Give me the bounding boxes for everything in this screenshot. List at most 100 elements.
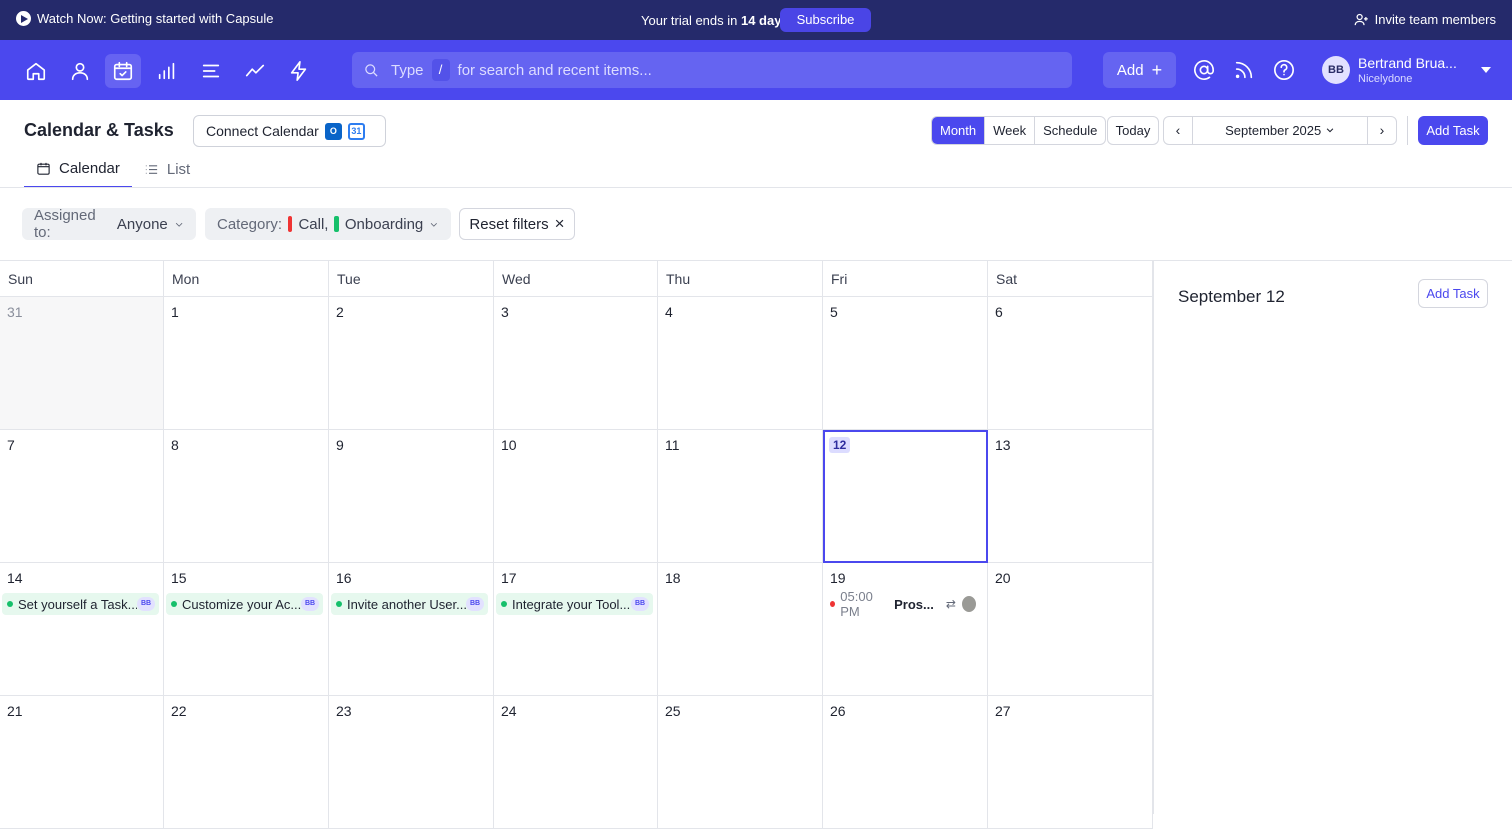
- month-label: September 2025: [1225, 123, 1322, 138]
- outlook-icon: O: [324, 122, 342, 140]
- assigned-value: Anyone: [116, 215, 168, 233]
- add-button[interactable]: Add +: [1103, 52, 1176, 88]
- calendar-day[interactable]: 25: [658, 696, 823, 829]
- invite-label: Invite team members: [1374, 12, 1496, 27]
- help-button[interactable]: [1273, 59, 1295, 81]
- search-type-label: Type: [391, 61, 424, 79]
- calendar-day[interactable]: 23: [329, 696, 494, 829]
- calendar-day[interactable]: 1: [164, 297, 329, 430]
- day-number: 14: [7, 570, 23, 586]
- calendar-day[interactable]: 31: [0, 297, 164, 430]
- onboarding-color-swatch: [334, 216, 339, 232]
- day-number: 19: [830, 570, 846, 586]
- calendar-day[interactable]: 15 Customize your Ac... BB: [164, 563, 329, 696]
- calendar-day[interactable]: 8: [164, 430, 329, 563]
- tabs-divider: [0, 187, 1512, 188]
- today-button[interactable]: Today: [1107, 116, 1159, 145]
- subscribe-button[interactable]: Subscribe now: [780, 8, 871, 51]
- task-event[interactable]: Customize your Ac... BB: [166, 593, 323, 615]
- calendar-day[interactable]: 27: [988, 696, 1153, 829]
- connect-calendar-button[interactable]: Connect Calendar O 31: [193, 115, 386, 147]
- next-month-button[interactable]: ›: [1368, 117, 1396, 144]
- feed-button[interactable]: [1233, 59, 1255, 81]
- avatar[interactable]: BB: [1322, 56, 1350, 84]
- calendar-day[interactable]: 26: [823, 696, 988, 829]
- nav-calendar[interactable]: [105, 54, 141, 88]
- mentions-button[interactable]: [1193, 59, 1215, 81]
- view-schedule-button[interactable]: Schedule: [1035, 117, 1105, 144]
- user-name[interactable]: Bertrand Brua...: [1358, 55, 1457, 71]
- invite-team-button[interactable]: Invite team members: [1354, 12, 1496, 27]
- nav-people[interactable]: [62, 54, 98, 88]
- caret-down-icon[interactable]: [1481, 67, 1491, 73]
- tab-calendar[interactable]: Calendar: [24, 150, 132, 188]
- add-label: Add: [1116, 61, 1144, 79]
- day-number: 18: [665, 570, 681, 586]
- calendar-day[interactable]: 14 Set yourself a Task... BB: [0, 563, 164, 696]
- day-number: 13: [995, 437, 1011, 453]
- reset-filters-button[interactable]: Reset filters ×: [459, 208, 575, 240]
- plus-icon: +: [1151, 59, 1163, 80]
- search-hint: for search and recent items...: [457, 61, 652, 79]
- add-task-button[interactable]: Add Task: [1418, 116, 1488, 145]
- trend-icon: [245, 64, 265, 77]
- nav-pipeline[interactable]: [149, 54, 185, 88]
- calendar-day[interactable]: 4: [658, 297, 823, 430]
- day-number: 27: [995, 703, 1011, 719]
- task-event[interactable]: Set yourself a Task... BB: [2, 593, 159, 615]
- calendar-day[interactable]: 5: [823, 297, 988, 430]
- lightning-icon: [290, 61, 307, 81]
- calendar-day[interactable]: 7: [0, 430, 164, 563]
- calendar-day[interactable]: 10: [494, 430, 658, 563]
- calendar-day[interactable]: 9: [329, 430, 494, 563]
- view-week-button[interactable]: Week: [985, 117, 1036, 144]
- task-event[interactable]: Integrate your Tool... BB: [496, 593, 653, 615]
- task-title: Set yourself a Task...: [18, 596, 137, 612]
- nav-projects[interactable]: [193, 54, 229, 88]
- search-input[interactable]: Type / for search and recent items...: [352, 52, 1072, 88]
- search-icon: [365, 63, 378, 77]
- calendar-day[interactable]: 13: [988, 430, 1153, 563]
- day-number: 31: [7, 304, 23, 320]
- calendar-day[interactable]: 2: [329, 297, 494, 430]
- prev-month-button[interactable]: ‹: [1164, 117, 1192, 144]
- nav-reports[interactable]: [237, 54, 273, 88]
- watch-now-link[interactable]: Watch Now: Getting started with Capsule: [16, 11, 274, 26]
- calendar-day[interactable]: 20: [988, 563, 1153, 696]
- call-event[interactable]: 05:00 PM Pros... ⇄: [825, 589, 982, 619]
- calendar-day[interactable]: 21: [0, 696, 164, 829]
- panel-add-task-button[interactable]: Add Task: [1418, 279, 1488, 308]
- list-icon: [145, 164, 157, 174]
- day-of-week-mon: Mon: [164, 261, 329, 297]
- calendar-day[interactable]: 3: [494, 297, 658, 430]
- category-filter[interactable]: Category: Call, Onboarding: [205, 208, 451, 240]
- search-shortcut-key: /: [431, 59, 450, 81]
- category-onboarding: Onboarding: [344, 215, 424, 233]
- home-icon: [26, 62, 46, 81]
- month-picker[interactable]: September 2025: [1192, 117, 1368, 144]
- calendar-day[interactable]: 11: [658, 430, 823, 563]
- calendar-day-today[interactable]: 12: [823, 430, 988, 563]
- calendar-day[interactable]: 16 Invite another User... BB: [329, 563, 494, 696]
- view-switcher: Month Week Schedule: [931, 116, 1107, 145]
- nav-home[interactable]: [18, 54, 54, 88]
- calendar-day[interactable]: 19 05:00 PM Pros... ⇄: [823, 563, 988, 696]
- day-number: 7: [7, 437, 15, 453]
- day-number: 3: [501, 304, 509, 320]
- day-number: 15: [171, 570, 187, 586]
- day-number: 2: [336, 304, 344, 320]
- nav-workflow[interactable]: [281, 54, 317, 88]
- day-number: 6: [995, 304, 1003, 320]
- task-event[interactable]: Invite another User... BB: [331, 593, 488, 615]
- event-time: 05:00 PM: [840, 589, 873, 619]
- calendar-day[interactable]: 18: [658, 563, 823, 696]
- main-nav: Type / for search and recent items... Ad…: [0, 40, 1512, 100]
- assigned-filter[interactable]: Assigned to: Anyone: [22, 207, 196, 241]
- view-month-button[interactable]: Month: [932, 117, 986, 144]
- calendar-day[interactable]: 17 Integrate your Tool... BB: [494, 563, 658, 696]
- assignee-badge: BB: [466, 597, 484, 611]
- calendar-day[interactable]: 22: [164, 696, 329, 829]
- calendar-day[interactable]: 24: [494, 696, 658, 829]
- calendar-day[interactable]: 6: [988, 297, 1153, 430]
- tab-list[interactable]: List: [132, 150, 202, 188]
